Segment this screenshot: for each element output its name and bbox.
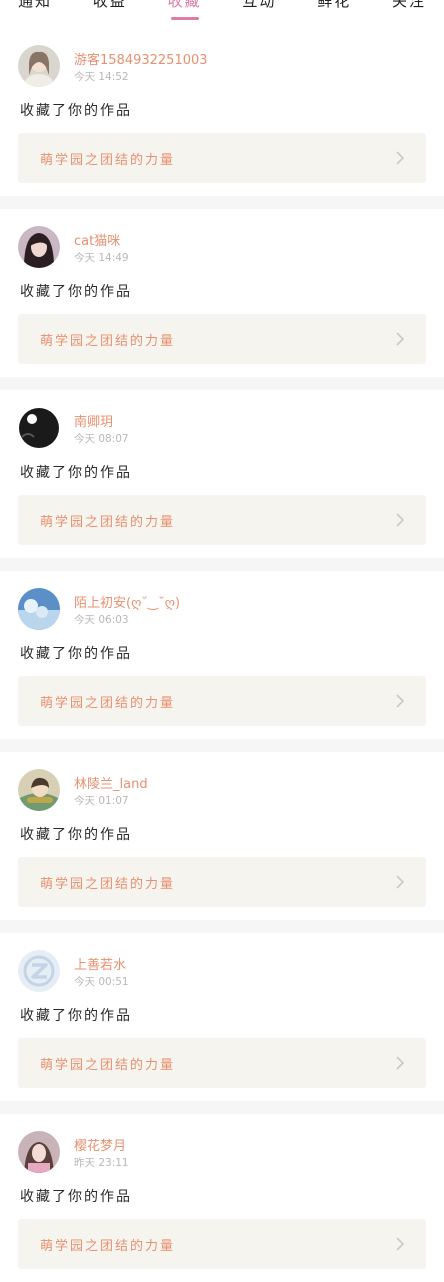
timestamp: 今天 00:51	[74, 976, 129, 988]
action-text: 收藏了你的作品	[20, 103, 132, 119]
tab-favorites[interactable]: 收藏	[167, 0, 202, 20]
notification-card: 南卿玥 今天 08:07 收藏了你的作品 萌学园之团结的力量	[0, 390, 444, 558]
avatar[interactable]	[18, 407, 60, 449]
chevron-right-icon	[396, 1056, 405, 1070]
notification-card: 林陵兰_land 今天 01:07 收藏了你的作品 萌学园之团结的力量	[0, 752, 444, 920]
username[interactable]: 上善若水	[74, 954, 126, 973]
timestamp: 昨天 23:11	[74, 1157, 129, 1169]
work-title: 萌学园之团结的力量	[40, 877, 176, 892]
work-title: 萌学园之团结的力量	[40, 1239, 176, 1254]
avatar-girl-pink-icon	[18, 1131, 60, 1173]
avatar-girl-dark-hair-icon	[18, 226, 60, 268]
notification-card: cat猫咪 今天 14:49 收藏了你的作品 萌学园之团结的力量	[0, 209, 444, 377]
chevron-right-icon	[396, 1237, 405, 1251]
username[interactable]: 樱花梦月	[74, 1135, 126, 1154]
tab-earnings[interactable]: 收益	[93, 0, 127, 9]
chevron-right-icon	[396, 694, 405, 708]
notification-card: 上善若水 今天 00:51 收藏了你的作品 萌学园之团结的力量	[0, 933, 444, 1101]
notification-card: 樱花梦月 昨天 23:11 收藏了你的作品 萌学园之团结的力量	[0, 1114, 444, 1282]
timestamp: 今天 08:07	[74, 433, 129, 445]
chevron-right-icon	[396, 875, 405, 889]
avatar[interactable]	[18, 226, 60, 268]
tab-label: 鲜花	[317, 0, 352, 10]
work-title: 萌学园之团结的力量	[40, 153, 176, 168]
work-link[interactable]: 萌学园之团结的力量	[18, 1038, 426, 1088]
avatar[interactable]	[18, 769, 60, 811]
work-title: 萌学园之团结的力量	[40, 515, 176, 530]
avatar-default-logo-icon	[18, 950, 60, 992]
tab-label: 互动	[242, 0, 277, 10]
notification-card: 陌上初安(ღ˘‿˘ღ) 今天 06:03 收藏了你的作品 萌学园之团结的力量	[0, 571, 444, 739]
active-tab-indicator	[170, 17, 199, 20]
work-link[interactable]: 萌学园之团结的力量	[18, 133, 426, 183]
username[interactable]: cat猫咪	[74, 230, 120, 249]
tab-label: 通知	[18, 0, 53, 10]
username[interactable]: 陌上初安(ღ˘‿˘ღ)	[74, 592, 180, 611]
action-text: 收藏了你的作品	[20, 465, 132, 481]
notification-card: 游客1584932251003 今天 14:52 收藏了你的作品 萌学园之团结的…	[0, 28, 444, 196]
work-link[interactable]: 萌学园之团结的力量	[18, 857, 426, 907]
tab-flowers[interactable]: 鲜花	[317, 0, 351, 9]
work-title: 萌学园之团结的力量	[40, 334, 176, 349]
timestamp: 今天 14:49	[74, 252, 129, 264]
work-link[interactable]: 萌学园之团结的力量	[18, 1219, 426, 1269]
username[interactable]: 南卿玥	[74, 411, 113, 430]
work-link[interactable]: 萌学园之团结的力量	[18, 314, 426, 364]
action-text: 收藏了你的作品	[20, 284, 132, 300]
chevron-right-icon	[396, 151, 405, 165]
tab-interactions[interactable]: 互动	[242, 0, 276, 9]
avatar-silhouette-dark-icon	[18, 407, 60, 449]
work-title: 萌学园之团结的力量	[40, 1058, 176, 1073]
avatar[interactable]	[18, 588, 60, 630]
timestamp: 今天 14:52	[74, 71, 129, 83]
chevron-right-icon	[396, 332, 405, 346]
action-text: 收藏了你的作品	[20, 1008, 132, 1024]
work-title: 萌学园之团结的力量	[40, 696, 176, 711]
chevron-right-icon	[396, 513, 405, 527]
username[interactable]: 游客1584932251003	[74, 49, 208, 68]
avatar-anime-icon	[18, 769, 60, 811]
action-text: 收藏了你的作品	[20, 827, 132, 843]
tab-following[interactable]: 关注	[392, 0, 426, 9]
work-link[interactable]: 萌学园之团结的力量	[18, 676, 426, 726]
tab-bar: 通知 收益 收藏 互动 鲜花 关注	[0, 0, 444, 28]
tab-label: 收藏	[167, 0, 202, 10]
username[interactable]: 林陵兰_land	[74, 773, 148, 792]
timestamp: 今天 06:03	[74, 614, 129, 626]
avatar[interactable]	[18, 1131, 60, 1173]
work-link[interactable]: 萌学园之团结的力量	[18, 495, 426, 545]
avatar[interactable]	[18, 45, 60, 87]
avatar[interactable]	[18, 950, 60, 992]
tab-notifications[interactable]: 通知	[18, 0, 52, 9]
tab-label: 关注	[391, 0, 426, 10]
avatar-girl-light-icon	[18, 45, 60, 87]
action-text: 收藏了你的作品	[20, 646, 132, 662]
timestamp: 今天 01:07	[74, 795, 129, 807]
action-text: 收藏了你的作品	[20, 1189, 132, 1205]
tab-label: 收益	[92, 0, 127, 10]
avatar-blue-sky-icon	[18, 588, 60, 630]
